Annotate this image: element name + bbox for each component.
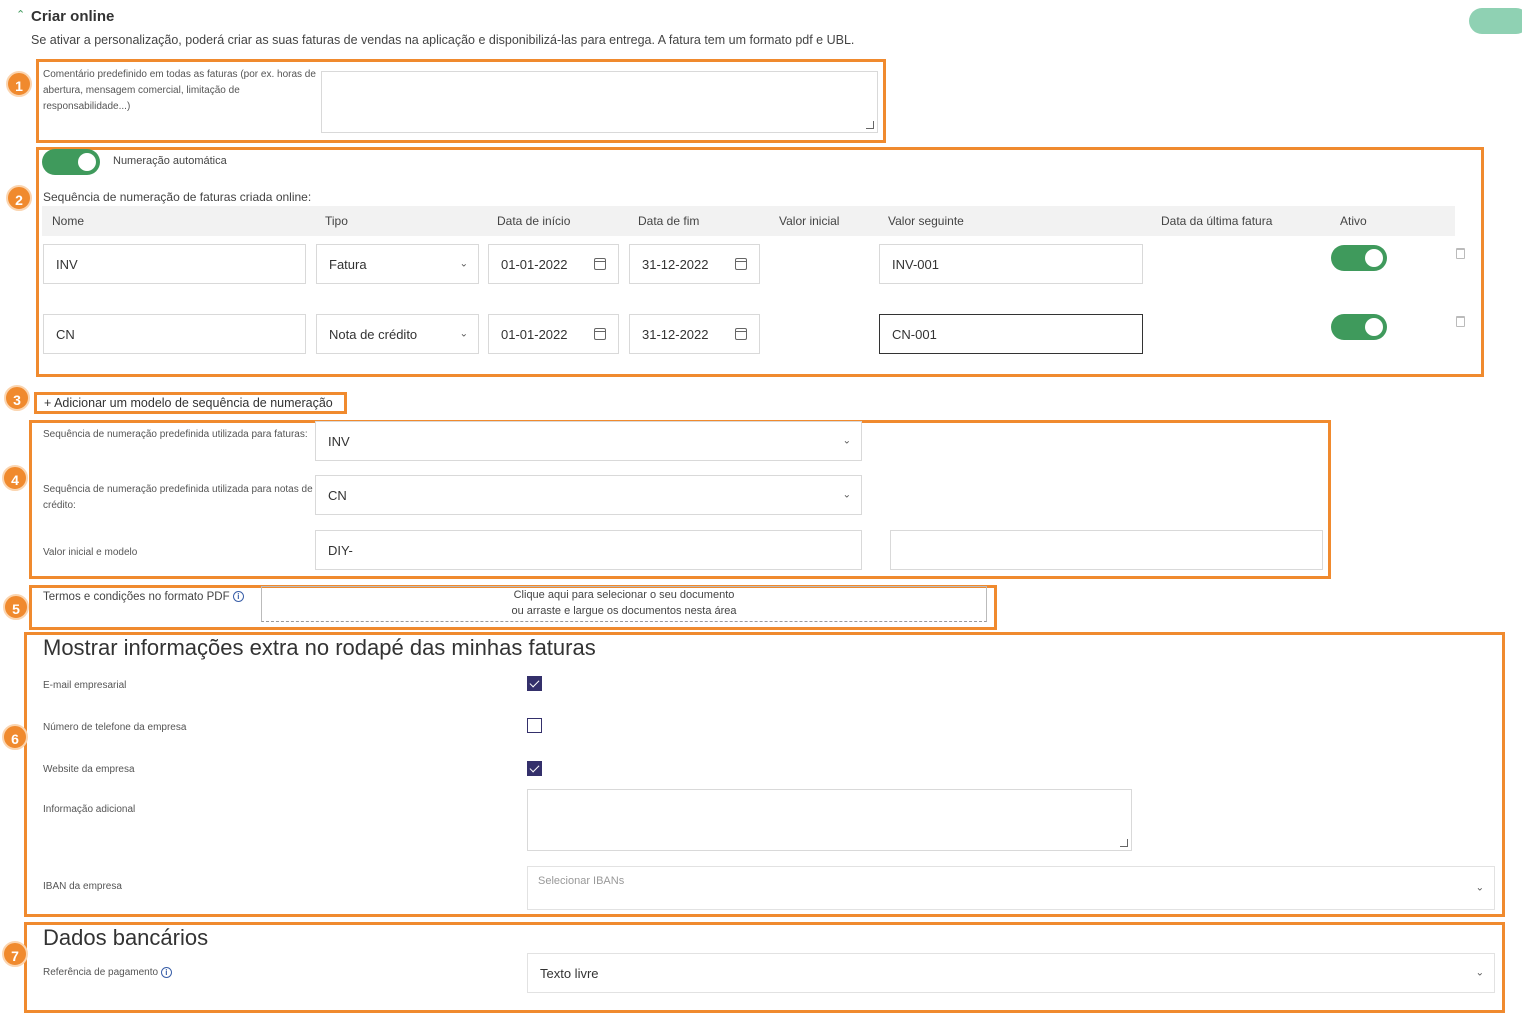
row2-name-input[interactable]: CN — [43, 314, 306, 354]
comment-textarea[interactable] — [321, 71, 878, 133]
row1-type: Fatura — [329, 256, 367, 272]
row1-delete-icon[interactable] — [1456, 248, 1465, 259]
col-header-start: Data de início — [497, 214, 571, 228]
chevron-down-icon: ⌄ — [1475, 967, 1484, 979]
invoice-seq-select[interactable]: INV ⌄ — [315, 421, 862, 461]
initial-model-input[interactable]: DIY- — [315, 530, 862, 570]
terms-label-row: Termos e condições no formato PDF i — [43, 591, 244, 603]
row1-next-input[interactable]: INV-001 — [879, 244, 1143, 284]
chevron-down-icon: ⌄ — [459, 258, 468, 270]
website-checkbox[interactable] — [527, 761, 542, 776]
col-header-type: Tipo — [325, 214, 348, 228]
row2-type-select[interactable]: Nota de crédito ⌄ — [316, 314, 479, 354]
phone-label: Número de telefone da empresa — [43, 722, 187, 733]
row2-type: Nota de crédito — [329, 326, 418, 342]
comment-label: Comentário predefinido em todas as fatur… — [43, 69, 316, 112]
col-header-next: Valor seguinte — [888, 214, 964, 228]
website-label: Website da empresa — [43, 764, 135, 775]
step-badge-1: 1 — [6, 71, 32, 97]
email-checkbox[interactable] — [527, 676, 542, 691]
collapse-chevron-icon[interactable]: ⌃ — [16, 8, 25, 21]
row1-name: INV — [56, 256, 78, 272]
payment-ref-row: Referência de pagamento i — [43, 965, 172, 981]
row1-end-date[interactable]: 31-12-2022 — [629, 244, 760, 284]
col-header-name: Nome — [52, 214, 85, 228]
iban-placeholder: Selecionar IBANs — [538, 875, 625, 887]
auto-numbering-label: Numeração automática — [113, 155, 227, 167]
initial-model-value: DIY- — [328, 542, 353, 558]
step-badge-4: 4 — [2, 465, 28, 491]
add-sequence-link[interactable]: + Adicionar um modelo de sequência de nu… — [44, 396, 333, 410]
chevron-down-icon: ⌄ — [842, 489, 851, 501]
row2-delete-icon[interactable] — [1456, 316, 1465, 327]
initial-model-label: Valor inicial e modelo — [43, 547, 138, 558]
email-label: E-mail empresarial — [43, 680, 127, 691]
payment-ref-select[interactable]: Texto livre ⌄ — [527, 953, 1495, 993]
row2-start-date[interactable]: 01-01-2022 — [488, 314, 619, 354]
col-header-active: Ativo — [1340, 214, 1367, 228]
extra-model-input[interactable] — [890, 530, 1323, 570]
toggle-knob — [1365, 318, 1383, 336]
row2-end-date[interactable]: 31-12-2022 — [629, 314, 760, 354]
resize-handle-icon[interactable] — [1120, 839, 1128, 847]
calendar-icon[interactable] — [594, 328, 606, 340]
bank-details-title: Dados bancários — [43, 925, 209, 950]
row1-type-select[interactable]: Fatura ⌄ — [316, 244, 479, 284]
row2-next: CN-001 — [892, 326, 937, 342]
additional-info-label: Informação adicional — [43, 804, 136, 815]
calendar-icon[interactable] — [735, 258, 747, 270]
phone-checkbox[interactable] — [527, 718, 542, 733]
row1-start: 01-01-2022 — [501, 256, 568, 272]
section-title: Criar online — [31, 8, 115, 25]
step-badge-6: 6 — [2, 724, 28, 750]
row2-end: 31-12-2022 — [642, 326, 709, 342]
col-header-initial: Valor inicial — [779, 214, 840, 228]
row2-active-toggle[interactable] — [1331, 314, 1387, 340]
col-header-last-date: Data da última fatura — [1161, 214, 1273, 228]
row1-start-date[interactable]: 01-01-2022 — [488, 244, 619, 284]
iban-select[interactable]: Selecionar IBANs ⌄ — [527, 866, 1495, 910]
step-badge-7: 7 — [2, 941, 28, 967]
toggle-knob — [1365, 249, 1383, 267]
pdf-dropzone[interactable]: Clique aqui para selecionar o seu docume… — [261, 586, 987, 622]
auto-numbering-toggle[interactable] — [42, 149, 100, 175]
invoice-seq-value: INV — [328, 433, 350, 449]
section-description: Se ativar a personalização, poderá criar… — [31, 33, 855, 47]
credit-seq-label: Sequência de numeração predefinida utili… — [43, 484, 313, 511]
row2-start: 01-01-2022 — [501, 326, 568, 342]
dropzone-line1: Clique aqui para selecionar o seu docume… — [513, 589, 735, 601]
row2-next-input[interactable]: CN-001 — [879, 314, 1143, 354]
footer-info-title: Mostrar informações extra no rodapé das … — [43, 635, 596, 660]
col-header-end: Data de fim — [638, 214, 700, 228]
info-icon[interactable]: i — [232, 591, 244, 603]
dropzone-line2: ou arraste e largue os documentos nesta … — [511, 605, 737, 617]
row2-name: CN — [56, 326, 75, 342]
row1-active-toggle[interactable] — [1331, 245, 1387, 271]
step-badge-3: 3 — [4, 385, 30, 411]
iban-label: IBAN da empresa — [43, 881, 122, 892]
invoice-seq-label: Sequência de numeração predefinida utili… — [43, 429, 308, 440]
credit-seq-select[interactable]: CN ⌄ — [315, 475, 862, 515]
calendar-icon[interactable] — [735, 328, 747, 340]
chevron-down-icon: ⌄ — [459, 328, 468, 340]
additional-info-textarea[interactable] — [527, 789, 1132, 851]
toggle-knob — [78, 153, 96, 171]
info-icon[interactable]: i — [160, 966, 172, 978]
step-badge-2: 2 — [6, 185, 32, 211]
row1-name-input[interactable]: INV — [43, 244, 306, 284]
payment-ref-value: Texto livre — [540, 965, 599, 981]
row1-next: INV-001 — [892, 256, 939, 272]
calendar-icon[interactable] — [594, 258, 606, 270]
enable-toggle[interactable] — [1469, 8, 1522, 34]
step-badge-5: 5 — [3, 594, 29, 620]
resize-handle-icon[interactable] — [866, 121, 874, 129]
sequence-label: Sequência de numeração de faturas criada… — [43, 190, 312, 204]
row1-end: 31-12-2022 — [642, 256, 709, 272]
payment-ref-label: Referência de pagamento — [43, 967, 159, 978]
credit-seq-value: CN — [328, 487, 347, 503]
chevron-down-icon: ⌄ — [842, 435, 851, 447]
chevron-down-icon: ⌄ — [1475, 882, 1484, 894]
terms-label: Termos e condições no formato PDF — [43, 591, 230, 603]
